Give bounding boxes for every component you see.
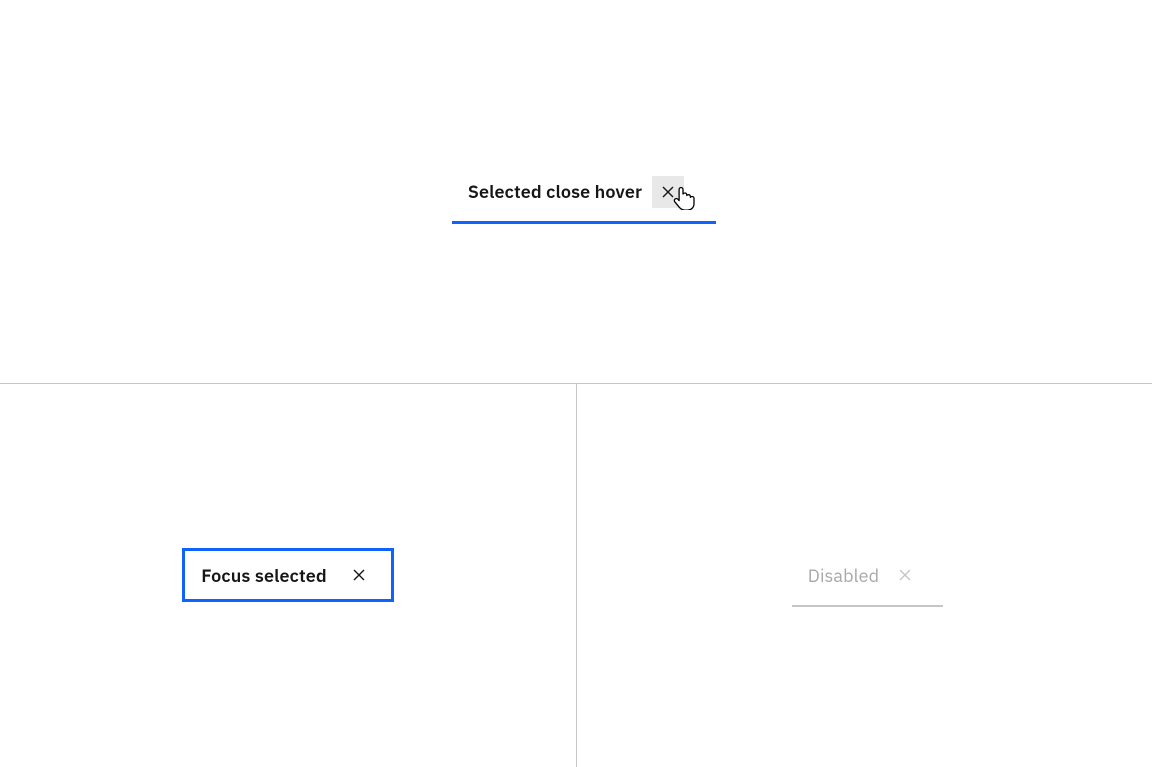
close-icon xyxy=(351,567,367,583)
state-cell-focus-selected: Focus selected xyxy=(0,383,576,767)
state-cell-disabled: Disabled xyxy=(577,383,1152,767)
tab-label: Focus selected xyxy=(201,564,327,587)
close-button xyxy=(889,559,921,591)
tab-disabled: Disabled xyxy=(792,551,937,599)
tab-focus-selected[interactable]: Focus selected xyxy=(185,551,391,599)
close-icon xyxy=(660,184,676,200)
tab-label: Selected close hover xyxy=(468,180,642,203)
state-cell-selected-close-hover: Selected close hover xyxy=(0,0,1152,383)
close-button[interactable] xyxy=(652,176,684,208)
close-icon xyxy=(897,567,913,583)
tab-selected-close-hover[interactable]: Selected close hover xyxy=(452,168,700,216)
close-button[interactable] xyxy=(343,559,375,591)
tab-label: Disabled xyxy=(808,564,879,587)
